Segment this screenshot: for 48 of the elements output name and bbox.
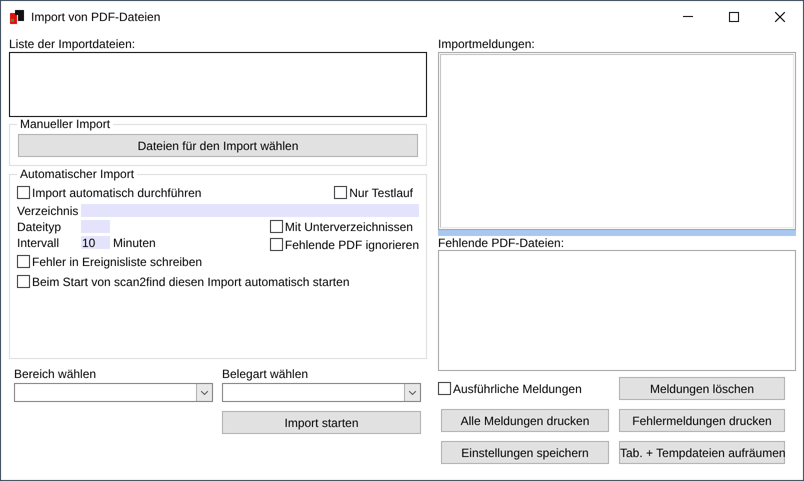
checkbox[interactable] (17, 186, 30, 199)
maximize-icon (729, 12, 739, 22)
checkbox[interactable] (270, 238, 283, 251)
checkbox-label[interactable]: Beim Start von scan2find diesen Import automatisch starten (32, 272, 350, 290)
checkbox-label[interactable]: Fehler in Ereignisliste schreiben (32, 252, 202, 270)
checkbox-label[interactable]: Nur Testlauf (349, 184, 413, 202)
field-label: Dateityp (17, 218, 62, 236)
directory-field[interactable] (81, 204, 419, 217)
checkbox[interactable] (17, 255, 30, 268)
checkbox-label[interactable]: Mit Unterverzeichnissen (284, 218, 413, 236)
missing-files-box[interactable] (438, 250, 796, 371)
field-label: Verzeichnis (17, 202, 80, 220)
interval-field[interactable]: 10 (81, 236, 110, 249)
app-icon (9, 8, 25, 24)
dropdown-field[interactable] (222, 383, 421, 402)
group-title: Manueller Import (17, 117, 114, 131)
list-label: Importmeldungen: (438, 37, 536, 52)
chevron-down-icon (201, 390, 208, 394)
checkbox[interactable] (17, 275, 30, 288)
import-file-list[interactable] (9, 52, 427, 117)
dropdown-field[interactable] (14, 383, 213, 402)
clear-messages-button[interactable]: Meldungen löschen (619, 377, 785, 400)
save-settings-button[interactable]: Einstellungen speichern (441, 441, 609, 464)
checkbox[interactable] (438, 382, 451, 395)
minimize-icon (683, 16, 693, 17)
close-icon (775, 12, 785, 22)
dropdown-button[interactable] (196, 384, 212, 401)
list-label: Fehlende PDF-Dateien: (438, 236, 566, 250)
choose-files-button[interactable]: Dateien für den Import wählen (18, 134, 418, 157)
field-label: Intervall (17, 234, 60, 252)
print-errors-button[interactable]: Fehlermeldungen drucken (619, 409, 785, 432)
chevron-down-icon (409, 390, 416, 394)
file-type-field[interactable] (81, 220, 110, 233)
field-label: Belegart wählen (222, 367, 310, 382)
print-all-button[interactable]: Alle Meldungen drucken (441, 409, 609, 432)
cleanup-button[interactable]: Tab. + Tempdateien aufräumen (619, 441, 785, 464)
dropdown-button[interactable] (404, 384, 420, 401)
checkbox-label[interactable]: Import automatisch durchführen (32, 184, 202, 202)
checkbox-label[interactable]: Fehlende PDF ignorieren (284, 236, 419, 254)
checkbox-label[interactable]: Ausführliche Meldungen (453, 380, 582, 398)
window-title: Import von PDF-Dateien (31, 8, 160, 26)
unit-label: Minuten (113, 234, 156, 252)
field-label: Bereich wählen (14, 367, 98, 382)
checkbox[interactable] (270, 220, 283, 233)
group-title: Automatischer Import (17, 167, 138, 181)
start-import-button[interactable]: Import starten (222, 411, 421, 434)
checkbox[interactable] (334, 186, 348, 199)
list-label: Liste der Importdateien: (9, 37, 136, 52)
